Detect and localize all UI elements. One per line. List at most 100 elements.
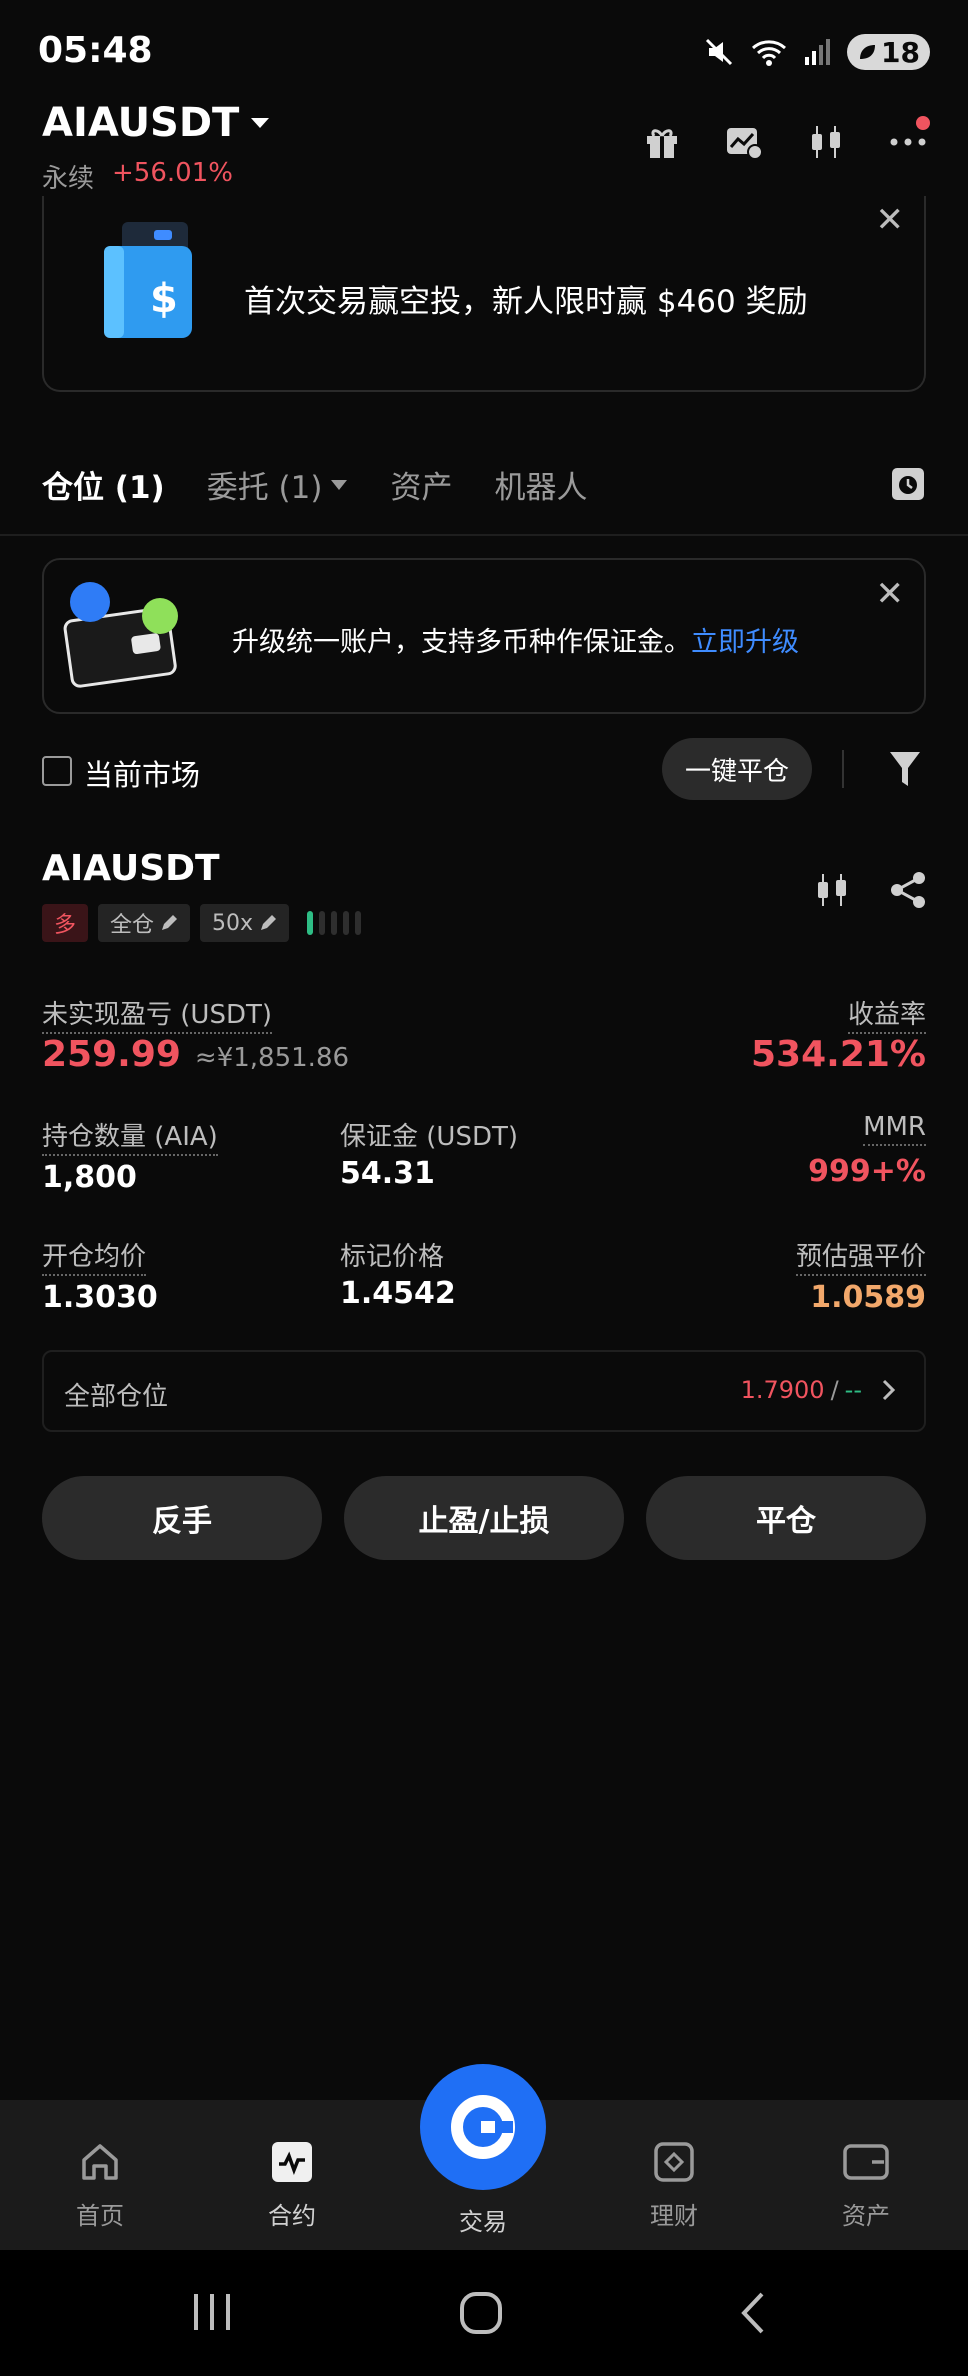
adl-bar	[355, 911, 362, 935]
leverage-label: 50x	[212, 910, 254, 936]
all-positions-value: 1.7900	[740, 1376, 825, 1404]
upgrade-text: 升级统一账户，支持多币种作保证金。立即升级	[232, 620, 799, 659]
close-all-button[interactable]: 一键平仓	[662, 738, 812, 800]
trade-button[interactable]	[420, 2064, 546, 2190]
unrealized-pnl-cny: ≈¥1,851.86	[194, 1043, 350, 1073]
close-position-button[interactable]: 平仓	[646, 1476, 926, 1560]
nav-home-label: 首页	[76, 2202, 124, 2230]
nav-futures[interactable]: 合约	[232, 2140, 352, 2231]
margin-mode-label: 全仓	[110, 913, 155, 938]
adl-bar	[343, 911, 350, 935]
nav-earn-label: 理财	[650, 2202, 698, 2230]
all-positions-label: 全部仓位	[64, 1382, 169, 1412]
wallet-icon	[63, 582, 178, 688]
tab-bots[interactable]: 机器人	[494, 462, 587, 507]
chart-settings-icon[interactable]	[724, 122, 764, 162]
close-promo-icon[interactable]: ✕	[876, 200, 905, 240]
nav-earn[interactable]: 理财	[614, 2140, 734, 2231]
signal-icon	[805, 39, 831, 65]
adl-bar	[331, 911, 338, 935]
nav-futures-label: 合约	[268, 2202, 316, 2230]
upgrade-banner[interactable]: 升级统一账户，支持多币种作保证金。立即升级 ✕	[42, 558, 926, 714]
pair-selector[interactable]: AIAUSDT	[42, 100, 271, 146]
position-tabs: 仓位 (1) 委托 (1) 资产 机器人	[42, 462, 587, 507]
position-badges: 多 全仓 50x	[42, 904, 362, 942]
all-positions-summary: 1.7900 / --	[741, 1376, 900, 1404]
tab-assets[interactable]: 资产	[390, 462, 452, 507]
position-card-actions	[812, 870, 928, 910]
battery-level: 18	[881, 35, 920, 69]
status-icons: 18	[703, 34, 930, 70]
position-symbol[interactable]: AIAUSDT	[42, 848, 220, 889]
all-positions-row[interactable]: 全部仓位 1.7900 / --	[42, 1350, 926, 1432]
edit-icon	[162, 915, 178, 930]
size-value: 1,800	[42, 1160, 137, 1195]
pair-name: AIAUSDT	[42, 100, 240, 146]
filter-icon[interactable]	[888, 750, 922, 788]
reverse-button[interactable]: 反手	[42, 1476, 322, 1560]
mmr-label-text: MMR	[863, 1112, 926, 1146]
promo-banner[interactable]: $ 首次交易赢空投，新人限时赢 $460 奖励 ✕	[42, 196, 926, 392]
current-market-checkbox[interactable]	[42, 756, 72, 786]
nav-assets[interactable]: 资产	[806, 2140, 926, 2231]
mute-icon	[705, 38, 733, 66]
nav-trade-label: 交易	[459, 2208, 507, 2236]
battery-indicator: 18	[847, 34, 930, 70]
entry-price-label: 开仓均价	[42, 1236, 147, 1276]
margin-value: 54.31	[340, 1156, 435, 1191]
futures-icon	[272, 2142, 312, 2182]
all-positions-sep: /	[830, 1376, 839, 1404]
roe-value: 534.21%	[751, 1034, 926, 1075]
leverage-badge[interactable]: 50x	[200, 904, 290, 942]
upgrade-message: 升级统一账户，支持多币种作保证金。	[232, 627, 691, 658]
unrealized-pnl: 259.99 ≈¥1,851.86	[42, 1034, 349, 1075]
pair-subtitle: 永续 +56.01%	[42, 158, 233, 195]
status-time: 05:48	[38, 30, 153, 71]
chevron-right-icon	[882, 1379, 896, 1401]
earn-icon	[654, 2142, 694, 2182]
upgrade-now-link[interactable]: 立即升级	[691, 627, 799, 658]
tab-orders[interactable]: 委托 (1)	[207, 462, 349, 507]
wifi-icon	[752, 40, 787, 66]
back-icon[interactable]	[736, 2290, 768, 2336]
home-button-icon[interactable]	[458, 2290, 504, 2336]
promo-text: 首次交易赢空投，新人限时赢 $460 奖励	[244, 284, 808, 320]
recent-apps-icon[interactable]	[190, 2292, 234, 2332]
system-nav-bar	[0, 2250, 968, 2376]
caret-down-icon	[331, 479, 348, 490]
notification-dot	[916, 116, 930, 130]
side-badge: 多	[42, 904, 89, 942]
adl-bar	[307, 911, 314, 935]
header-actions	[642, 116, 930, 162]
all-positions-value2: --	[844, 1376, 862, 1404]
size-label-text: 持仓数量 (AIA)	[42, 1122, 218, 1156]
trade-icon	[451, 2095, 515, 2159]
current-market-label[interactable]: 当前市场	[84, 752, 200, 794]
mark-price-label: 标记价格	[340, 1242, 445, 1272]
liq-price-label-text: 预估强平价	[795, 1242, 926, 1276]
gift-icon[interactable]	[642, 122, 682, 162]
roe-label-text: 收益率	[847, 1000, 926, 1034]
tab-positions[interactable]: 仓位 (1)	[42, 462, 165, 507]
liq-price-value: 1.0589	[810, 1280, 926, 1315]
adl-bar	[319, 911, 326, 935]
close-upgrade-icon[interactable]: ✕	[876, 574, 905, 614]
tabs-divider	[0, 534, 968, 536]
nav-home[interactable]: 首页	[40, 2140, 160, 2231]
margin-mode-badge[interactable]: 全仓	[98, 904, 191, 942]
more-icon[interactable]	[888, 116, 930, 162]
price-change: +56.01%	[112, 158, 233, 188]
tab-orders-label: 委托 (1)	[206, 470, 323, 506]
mmr-label: MMR	[863, 1112, 926, 1146]
roe-label: 收益率	[847, 994, 926, 1034]
tpsl-button[interactable]: 止盈/止损	[344, 1476, 624, 1560]
candlestick-icon[interactable]	[812, 870, 852, 910]
history-icon[interactable]	[890, 466, 926, 502]
contract-type: 永续	[42, 164, 95, 194]
unrealized-pnl-label-text: 未实现盈亏 (USDT)	[42, 1000, 272, 1034]
share-icon[interactable]	[888, 870, 928, 910]
candlestick-icon[interactable]	[806, 122, 846, 162]
entry-price-value: 1.3030	[42, 1280, 158, 1315]
wallet-dollar-icon: $	[104, 222, 192, 338]
caret-down-icon	[251, 118, 270, 128]
